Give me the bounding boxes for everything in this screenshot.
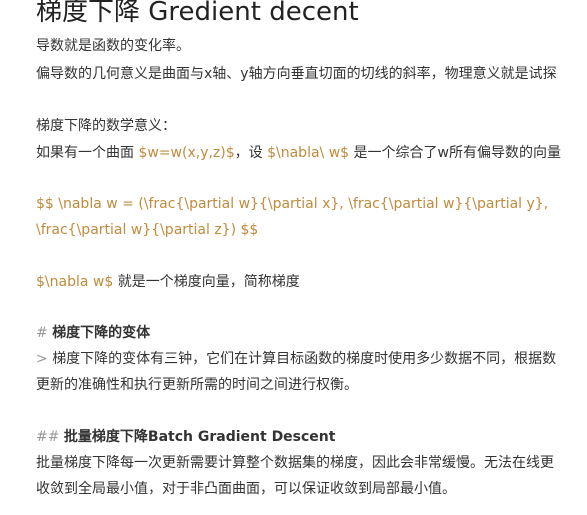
plain-text: ，设 [234,145,268,161]
plain-text: 如果有一个曲面 [36,145,139,161]
blockquote-line: > 梯度下降的变体有三钟，它们在计算目标函数的梯度时使用多少数据不同，根据数 [36,349,556,369]
heading-text: 梯度下降的变体 [52,325,151,341]
inline-math: $\nabla w$ [36,274,114,290]
quote-marker: > [36,351,53,367]
heading-1: # 梯度下降的变体 [36,323,150,343]
heading-marker: ## [36,429,64,445]
text-line: 批量梯度下降每一次更新需要计算整个数据集的梯度，因此会非常缓慢。无法在线更 [36,455,554,471]
quote-text: 梯度下降的变体有三钟，它们在计算目标函数的梯度时使用多少数据不同，根据数 [52,351,557,367]
inline-math: $w=w(x,y,z)$ [138,145,235,161]
math-block-line: $$ \nabla w = (\frac{\partial w}{\partia… [36,196,549,212]
plain-text: 是一个综合了w所有偏导数的向量 [349,145,561,161]
text-line: 如果有一个曲面 $w=w(x,y,z)$，设 $\nabla\ w$ 是一个综合… [36,143,561,163]
heading-marker: # [36,325,53,341]
document-title: 梯度下降 Gredient decent [36,0,359,27]
heading-text: 批量梯度下降Batch Gradient Descent [63,429,336,445]
text-line: 收敛到全局最小值，对于非凸面曲面，可以保证收敛到局部最小值。 [36,481,456,497]
text-line: $\nabla w$ 就是一个梯度向量，简称梯度 [36,272,300,292]
inline-math: $\nabla\ w$ [267,145,350,161]
text-line: 梯度下降的数学意义： [36,118,176,134]
heading-2: ## 批量梯度下降Batch Gradient Descent [36,427,335,447]
markdown-editor[interactable]: 梯度下降 Gredient decent 导数就是函数的变化率。 偏导数的几何意… [0,0,587,515]
plain-text: 就是一个梯度向量，简称梯度 [113,274,300,290]
math-block-line: \frac{\partial w}{\partial z}) $$ [36,222,259,238]
text-line: 偏导数的几何意义是曲面与x轴、y轴方向垂直切面的切线的斜率，物理意义就是试探 [36,66,557,82]
text-line: 导数就是函数的变化率。 [36,38,190,54]
blockquote-line: 更新的准确性和执行更新所需的时间之间进行权衡。 [36,377,358,393]
